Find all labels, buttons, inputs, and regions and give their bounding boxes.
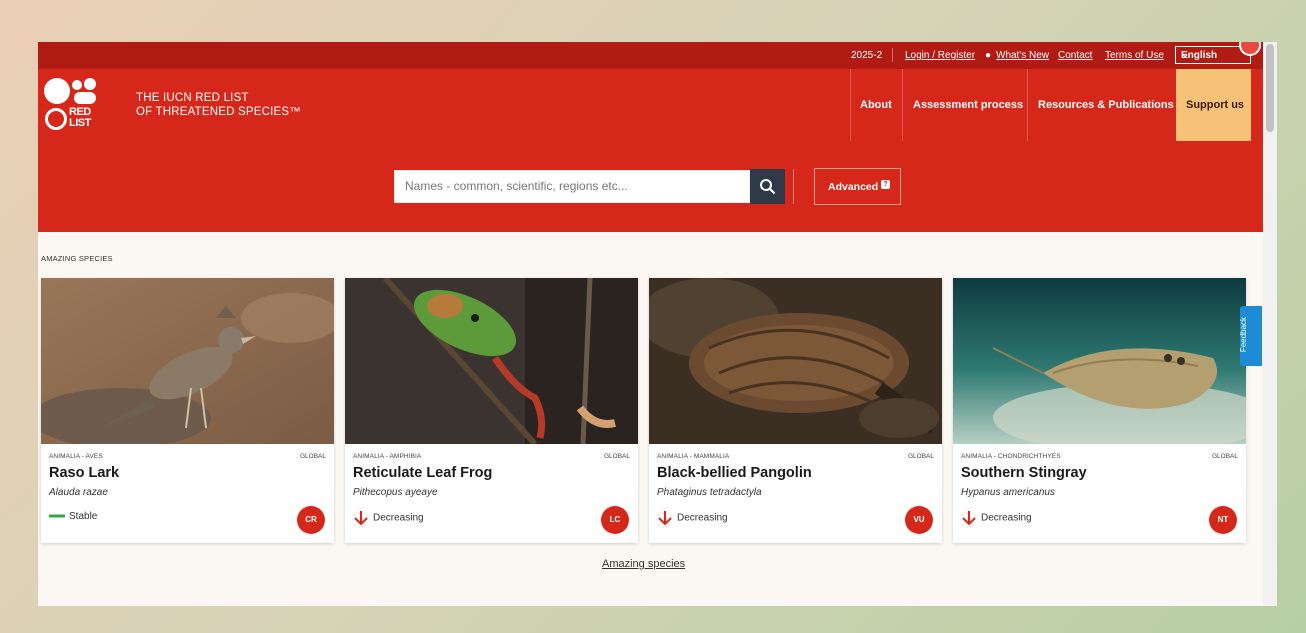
- nav-divider: [1027, 69, 1028, 141]
- species-photo: [41, 278, 334, 444]
- advanced-label: Advanced: [828, 181, 879, 193]
- scientific-name: Hypanus americanus: [961, 487, 1055, 498]
- species-card[interactable]: ANIMALIA - CHONDRICHTHYES GLOBAL Souther…: [953, 278, 1246, 543]
- category-label: VU: [913, 515, 925, 524]
- brand-line-2: OF THREATENED SPECIES™: [136, 106, 302, 118]
- logo-shape: [84, 78, 96, 90]
- feedback-tab[interactable]: Feedback: [1239, 306, 1262, 366]
- iucn-logo[interactable]: RED LIST: [44, 76, 102, 134]
- divider: [892, 48, 893, 62]
- terms-link[interactable]: Terms of Use: [1105, 50, 1164, 61]
- nav-assessment-label: Assessment process: [913, 99, 1024, 111]
- nav-resources-label: Resources & Publications: [1038, 99, 1174, 111]
- scientific-name: Pithecopus ayeaye: [353, 487, 438, 498]
- search-section: Names - common, scientific, regions etc.…: [38, 141, 1263, 232]
- amazing-species-link[interactable]: Amazing species: [602, 558, 685, 570]
- utility-bar: 2025-2 Login / Register ● What's New Con…: [38, 42, 1263, 69]
- species-photo: [953, 278, 1246, 444]
- common-name[interactable]: Southern Stingray: [961, 465, 1087, 481]
- category-label: CR: [305, 515, 317, 524]
- common-name[interactable]: Black-bellied Pangolin: [657, 465, 812, 481]
- population-trend: Stable: [49, 511, 97, 522]
- support-us-button[interactable]: Support us: [1176, 69, 1251, 141]
- scope-label: GLOBAL: [299, 453, 326, 460]
- population-trend: Decreasing: [961, 511, 1032, 525]
- trend-decreasing-icon: [354, 511, 368, 525]
- contact-link[interactable]: Contact: [1058, 50, 1092, 61]
- search-button[interactable]: [750, 169, 785, 204]
- trend-label: Decreasing: [677, 512, 728, 524]
- logo-shape: [44, 78, 70, 104]
- category-badge[interactable]: VU: [905, 506, 933, 534]
- logo-text: RED LIST: [69, 106, 91, 129]
- taxonomy-label: ANIMALIA - AVES: [49, 453, 103, 460]
- advanced-search-button[interactable]: Advanced ?: [814, 168, 901, 205]
- chevron-down-icon: ⌄: [1181, 49, 1190, 60]
- trend-label: Decreasing: [981, 512, 1032, 524]
- logo-circle-icon: [45, 108, 67, 130]
- species-card[interactable]: ANIMALIA - AVES GLOBAL Raso Lark Alauda …: [41, 278, 334, 543]
- scope-label: GLOBAL: [1211, 453, 1238, 460]
- section-title: AMAZING SPECIES: [41, 254, 113, 263]
- taxonomy-label: ANIMALIA - CHONDRICHTHYES: [961, 453, 1061, 460]
- scrollbar-thumb[interactable]: [1266, 44, 1274, 132]
- species-photo: [649, 278, 942, 444]
- nav-divider: [850, 69, 851, 141]
- dot-icon: ●: [985, 50, 992, 61]
- help-icon: ?: [881, 180, 890, 189]
- whats-new-link[interactable]: What's New: [996, 50, 1049, 61]
- common-name[interactable]: Reticulate Leaf Frog: [353, 465, 492, 481]
- taxonomy-label: ANIMALIA - AMPHIBIA: [353, 453, 422, 460]
- trend-label: Stable: [69, 511, 98, 522]
- scientific-name: Alauda razae: [49, 487, 108, 498]
- species-card[interactable]: ANIMALIA - MAMMALIA GLOBAL Black-bellied…: [649, 278, 942, 543]
- category-label: LC: [609, 515, 621, 524]
- population-trend: Decreasing: [353, 511, 424, 525]
- category-badge[interactable]: NT: [1209, 506, 1237, 534]
- trend-decreasing-icon: [658, 511, 672, 525]
- brand-title[interactable]: THE IUCN RED LIST OF THREATENED SPECIES™: [136, 91, 301, 119]
- search-icon: [760, 179, 776, 195]
- species-card[interactable]: ANIMALIA - AMPHIBIA GLOBAL Reticulate Le…: [345, 278, 638, 543]
- version-label: 2025-2: [851, 50, 883, 61]
- site-header: RED LIST THE IUCN RED LIST OF THREATENED…: [38, 69, 1263, 141]
- scope-label: GLOBAL: [603, 453, 630, 460]
- trend-label: Decreasing: [373, 512, 424, 524]
- population-trend: Decreasing: [657, 511, 728, 525]
- scrollbar[interactable]: [1263, 42, 1277, 606]
- trend-stable-icon: [49, 514, 65, 518]
- taxonomy-label: ANIMALIA - MAMMALIA: [657, 453, 730, 460]
- nav-about-label: About: [860, 99, 892, 111]
- category-label: NT: [1217, 515, 1229, 524]
- category-badge[interactable]: LC: [601, 506, 629, 534]
- browser-page: 2025-2 Login / Register ● What's New Con…: [38, 42, 1277, 606]
- logo-shape: [72, 80, 82, 90]
- feedback-label: Feedback: [1239, 316, 1249, 353]
- login-link[interactable]: Login / Register: [905, 50, 975, 61]
- brand-line-1: THE IUCN RED LIST: [136, 92, 249, 104]
- scientific-name: Phataginus tetradactyla: [657, 487, 762, 498]
- logo-shape: [74, 92, 96, 104]
- category-badge[interactable]: CR: [297, 506, 325, 534]
- nav-divider: [902, 69, 903, 141]
- scope-label: GLOBAL: [907, 453, 934, 460]
- common-name[interactable]: Raso Lark: [49, 465, 119, 481]
- search-input[interactable]: Names - common, scientific, regions etc.…: [394, 170, 750, 203]
- support-us-label: Support us: [1186, 99, 1245, 111]
- trend-decreasing-icon: [962, 511, 976, 525]
- species-photo: [345, 278, 638, 444]
- divider: [793, 169, 794, 204]
